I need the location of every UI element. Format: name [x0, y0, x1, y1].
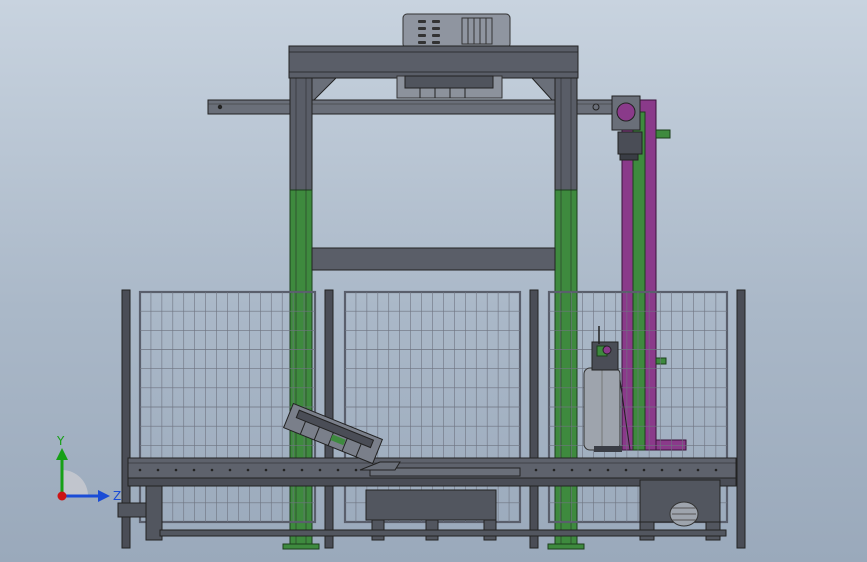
base-frame [117, 479, 727, 541]
x-axis-origin [57, 491, 67, 501]
base-motor[interactable] [669, 501, 699, 527]
drive-motor[interactable] [611, 95, 643, 161]
coordinate-triad-icon: Y Z [56, 434, 121, 503]
left-gusset [309, 77, 338, 101]
machine-assembly-drawing[interactable] [0, 0, 867, 562]
cad-viewport[interactable]: Y Z [0, 0, 867, 562]
y-axis-label: Y [56, 434, 65, 448]
middle-crossbeam[interactable] [311, 247, 556, 271]
gantry-head-unit[interactable] [396, 75, 503, 99]
top-crossbeam[interactable] [288, 45, 579, 79]
control-cabinet[interactable] [402, 13, 511, 49]
z-axis-label: Z [113, 489, 121, 503]
right-gusset [530, 77, 557, 101]
